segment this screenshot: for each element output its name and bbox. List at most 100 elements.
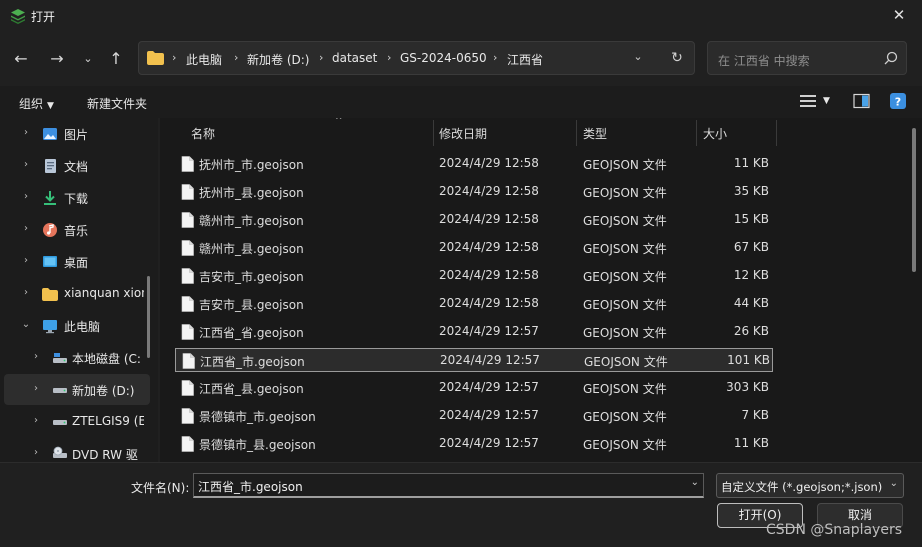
file-name: 景德镇市_市.geojson bbox=[199, 410, 316, 424]
sidebar-item-downloads[interactable]: › 下载 bbox=[4, 182, 150, 213]
address-bar[interactable]: › 此电脑 › 新加卷 (D:) › dataset › GS-2024-065… bbox=[138, 41, 695, 75]
column-header-label: 名称 bbox=[191, 127, 216, 141]
file-row[interactable]: 抚州市_县.geojson 2024/4/29 12:58 GEOJSON 文件 35… bbox=[175, 180, 773, 204]
breadcrumb-dataset[interactable]: dataset bbox=[332, 51, 377, 65]
file-type: GEOJSON 文件 bbox=[584, 355, 668, 369]
chevron-right-icon[interactable]: › bbox=[21, 255, 31, 266]
filename-label: 文件名(N): bbox=[131, 481, 190, 495]
chevron-right-icon[interactable]: › bbox=[21, 223, 31, 234]
svg-text:?: ? bbox=[895, 96, 901, 109]
music-icon bbox=[43, 223, 57, 237]
file-list-scrollbar[interactable] bbox=[912, 128, 916, 272]
file-type-select[interactable]: 自定义文件 (*.geojson;*.json) ⌄ bbox=[716, 473, 904, 498]
chevron-down-icon[interactable]: ⌄ bbox=[691, 477, 699, 488]
file-row[interactable]: 景德镇市_市.geojson 2024/4/29 12:57 GEOJSON 文件 7… bbox=[175, 404, 773, 428]
close-button[interactable]: ✕ bbox=[884, 2, 914, 28]
column-divider[interactable] bbox=[576, 120, 577, 146]
chevron-right-icon[interactable]: › bbox=[31, 447, 41, 458]
file-icon bbox=[181, 240, 194, 256]
up-button[interactable]: ↑ bbox=[105, 48, 127, 70]
breadcrumb-this-pc[interactable]: 此电脑 bbox=[186, 51, 222, 68]
file-modified: 2024/4/29 12:58 bbox=[439, 156, 539, 170]
file-icon bbox=[181, 156, 194, 172]
new-folder-button[interactable]: 新建文件夹 bbox=[87, 95, 147, 112]
breadcrumb-drive-d[interactable]: 新加卷 (D:) bbox=[247, 51, 309, 68]
sidebar-item-drive-e[interactable]: › ZTELGIS9 (E bbox=[4, 406, 150, 437]
search-box[interactable]: 在 江西省 中搜索 bbox=[707, 41, 907, 75]
breadcrumb-separator: › bbox=[172, 51, 177, 64]
sidebar-item-this-pc[interactable]: ⌄ 此电脑 bbox=[4, 310, 150, 341]
file-modified: 2024/4/29 12:58 bbox=[439, 184, 539, 198]
column-divider[interactable] bbox=[776, 120, 777, 146]
column-header-name[interactable]: ^ 名称 bbox=[191, 118, 431, 146]
file-modified: 2024/4/29 12:58 bbox=[439, 240, 539, 254]
file-icon bbox=[181, 296, 194, 312]
sidebar-item-user-folder[interactable]: › xianquan xion bbox=[4, 278, 150, 309]
forward-button[interactable]: → bbox=[46, 48, 68, 70]
file-row[interactable]: 江西省_市.geojson 2024/4/29 12:57 GEOJSON 文件 10… bbox=[175, 348, 773, 372]
chevron-right-icon[interactable]: › bbox=[21, 127, 31, 138]
file-row[interactable]: 赣州市_县.geojson 2024/4/29 12:58 GEOJSON 文件 67… bbox=[175, 236, 773, 260]
column-header-size[interactable]: 大小 bbox=[703, 118, 763, 146]
chevron-right-icon[interactable]: › bbox=[31, 383, 41, 394]
sidebar-item-drive-d[interactable]: › 新加卷 (D:) bbox=[4, 374, 150, 405]
column-header-label: 大小 bbox=[703, 127, 728, 141]
file-row[interactable]: 吉安市_县.geojson 2024/4/29 12:58 GEOJSON 文件 44… bbox=[175, 292, 773, 316]
column-header-modified[interactable]: 修改日期 bbox=[439, 118, 569, 146]
file-row[interactable]: 赣州市_市.geojson 2024/4/29 12:58 GEOJSON 文件 15… bbox=[175, 208, 773, 232]
navigation-pane: › 图片 › 文档 › 下载 › 音乐 › 桌面 › xianquan xion… bbox=[0, 118, 158, 462]
address-history-dropdown[interactable]: ⌄ bbox=[629, 50, 647, 68]
file-row[interactable]: 江西省_县.geojson 2024/4/29 12:57 GEOJSON 文件 30… bbox=[175, 376, 773, 400]
recent-locations-button[interactable]: ⌄ bbox=[77, 48, 99, 70]
arrow-left-icon: ← bbox=[14, 49, 28, 68]
view-options-dropdown[interactable]: ▼ bbox=[823, 96, 830, 106]
chevron-down-icon[interactable]: ⌄ bbox=[21, 319, 31, 330]
breadcrumb-gs-folder[interactable]: GS-2024-0650 bbox=[400, 51, 487, 65]
sidebar-scrollbar[interactable] bbox=[147, 276, 150, 358]
file-name: 吉安市_县.geojson bbox=[199, 298, 304, 312]
breadcrumb-separator: › bbox=[387, 51, 392, 64]
preview-pane-button[interactable] bbox=[853, 93, 870, 112]
filename-input[interactable]: 江西省_市.geojson ⌄ bbox=[193, 473, 704, 498]
chevron-down-icon: ⌄ bbox=[633, 50, 643, 63]
sidebar-item-dvd[interactable]: › DVD RW 驱 bbox=[4, 438, 150, 462]
sidebar-item-label: xianquan xion bbox=[64, 286, 144, 300]
view-options-button[interactable] bbox=[799, 93, 817, 112]
chevron-right-icon[interactable]: › bbox=[21, 287, 31, 298]
chevron-right-icon[interactable]: › bbox=[21, 191, 31, 202]
file-modified: 2024/4/29 12:57 bbox=[439, 324, 539, 338]
help-button[interactable]: ? bbox=[890, 93, 906, 112]
file-type: GEOJSON 文件 bbox=[583, 438, 667, 452]
file-type: GEOJSON 文件 bbox=[583, 326, 667, 340]
back-button[interactable]: ← bbox=[10, 48, 32, 70]
dvd-icon bbox=[53, 446, 67, 458]
file-name: 抚州市_县.geojson bbox=[199, 186, 304, 200]
file-size: 303 KB bbox=[726, 380, 769, 394]
file-row[interactable]: 景德镇市_县.geojson 2024/4/29 12:57 GEOJSON 文件 1… bbox=[175, 432, 773, 456]
dialog-footer: 文件名(N): 江西省_市.geojson ⌄ 自定义文件 (*.geojson… bbox=[0, 462, 922, 547]
sidebar-item-label: 此电脑 bbox=[64, 320, 101, 334]
file-name: 江西省_县.geojson bbox=[199, 382, 304, 396]
chevron-right-icon[interactable]: › bbox=[31, 415, 41, 426]
sidebar-item-pictures[interactable]: › 图片 bbox=[4, 118, 150, 149]
search-placeholder: 在 江西省 中搜索 bbox=[718, 54, 810, 68]
sidebar-item-drive-c[interactable]: › 本地磁盘 (C: bbox=[4, 342, 150, 373]
file-size: 26 KB bbox=[733, 324, 769, 338]
column-header-type[interactable]: 类型 bbox=[583, 118, 683, 146]
file-row[interactable]: 抚州市_市.geojson 2024/4/29 12:58 GEOJSON 文件 11… bbox=[175, 152, 773, 176]
chevron-right-icon[interactable]: › bbox=[21, 159, 31, 170]
sidebar-item-music[interactable]: › 音乐 bbox=[4, 214, 150, 245]
chevron-right-icon[interactable]: › bbox=[31, 351, 41, 362]
column-divider[interactable] bbox=[433, 120, 434, 146]
file-type-value: 自定义文件 (*.geojson;*.json) bbox=[721, 480, 883, 494]
new-folder-label: 新建文件夹 bbox=[87, 97, 148, 111]
sidebar-item-documents[interactable]: › 文档 bbox=[4, 150, 150, 181]
refresh-button[interactable]: ↻ bbox=[667, 50, 687, 68]
downloads-icon bbox=[44, 191, 56, 205]
sidebar-item-desktop[interactable]: › 桌面 bbox=[4, 246, 150, 277]
breadcrumb-jiangxi[interactable]: 江西省 bbox=[507, 51, 543, 68]
file-row[interactable]: 江西省_省.geojson 2024/4/29 12:57 GEOJSON 文件 26… bbox=[175, 320, 773, 344]
column-divider[interactable] bbox=[696, 120, 697, 146]
organize-menu[interactable]: 组织 ▼ bbox=[19, 95, 54, 112]
file-row[interactable]: 吉安市_市.geojson 2024/4/29 12:58 GEOJSON 文件 12… bbox=[175, 264, 773, 288]
